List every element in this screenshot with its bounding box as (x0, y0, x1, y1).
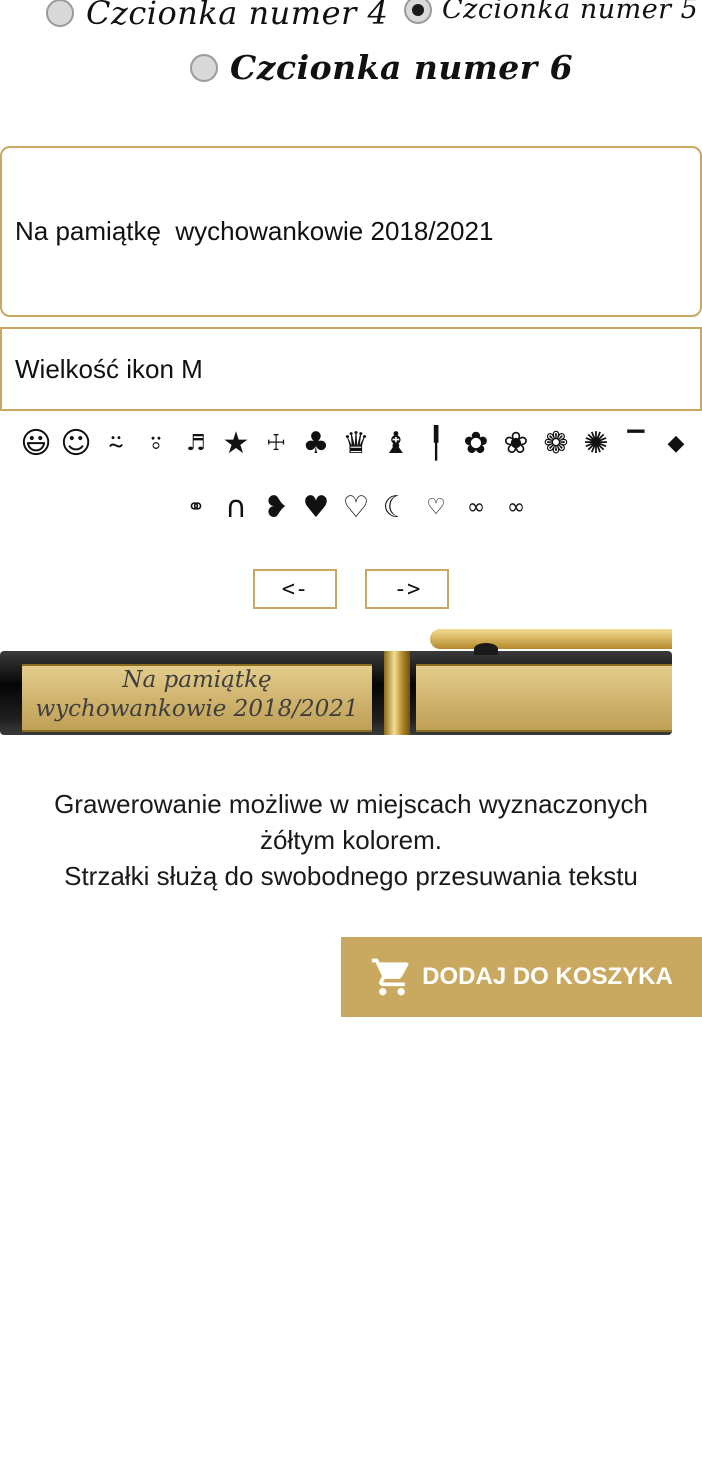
paw-print-icon[interactable]: ❁ (536, 424, 576, 464)
move-left-button[interactable]: <- (253, 569, 337, 609)
infinity-icon[interactable]: ∞ (456, 488, 496, 528)
smiling-face-icon[interactable]: ☺ (56, 424, 96, 464)
ihs-cross-icon[interactable]: ☩ (256, 424, 296, 464)
heart-filled-icon[interactable]: ♥ (296, 488, 336, 528)
info-line-2: żółtym kolorem. (259, 825, 443, 855)
font-4-label: Czcionka numer 4 (86, 0, 389, 32)
graduation-cap-icon[interactable]: ◆ (656, 424, 696, 464)
four-leaf-clover-icon[interactable]: ♣ (296, 424, 336, 464)
cat-icon[interactable]: ♝ (376, 424, 416, 464)
infinity-outline-icon[interactable]: ∞ (496, 488, 536, 528)
font-4-radio[interactable] (46, 0, 74, 27)
icon-palette-row-1: 😃︎ ☺ ⍨ ⍤ ♬ ★ ☩ ♣ ♛ ♝ ╿ ✿ ❀ ❁ ✺ ▔ ◆ (16, 424, 696, 464)
font-option-4[interactable]: Czcionka numer 4 (46, 0, 388, 32)
graduation-cap-side-icon[interactable]: ▔ (616, 424, 656, 464)
heart-outline-icon[interactable]: ♡ (336, 488, 376, 528)
engraving-text-field[interactable]: Na pamiątkę wychowankowie 2018/2021 (0, 146, 702, 317)
icon-palette-row-2: ⚭ ∩ ❥ ♥ ♡ ☾ ♡ ∞ ∞ (176, 488, 536, 528)
move-right-button[interactable]: -> (365, 569, 449, 609)
add-to-cart-button[interactable]: DODAJ DO KOSZYKA (341, 937, 702, 1017)
engraving-info: Grawerowanie możliwe w miejscach wyznacz… (0, 786, 702, 894)
grinning-face-icon[interactable]: 😃︎ (16, 424, 56, 464)
preview-line-2: wychowankowie 2018/2021 (35, 696, 359, 722)
font-6-label: Czcionka numer 6 (230, 48, 574, 87)
crescent-moon-icon[interactable]: ☾ (376, 488, 416, 528)
rose-icon[interactable]: ✿ (456, 424, 496, 464)
pen-clip-knob (474, 643, 498, 655)
font-6-radio[interactable] (190, 53, 218, 82)
pen-clip (430, 629, 672, 649)
broken-heart-icon[interactable]: ❥ (256, 488, 296, 528)
info-line-3: Strzałki służą do swobodnego przesuwania… (64, 861, 638, 891)
necktie-icon[interactable]: ╿ (416, 424, 456, 464)
preview-line-1: Na pamiątkę (122, 667, 272, 693)
music-notes-icon[interactable]: ♬ (176, 424, 216, 464)
icon-size-value: Wielkość ikon M (15, 353, 203, 384)
horseshoe-icon[interactable]: ∩ (216, 488, 256, 528)
star-icon[interactable]: ★ (216, 424, 256, 464)
rose-bud-icon[interactable]: ❀ (496, 424, 536, 464)
pen-ring (384, 651, 410, 735)
icon-size-select[interactable]: Wielkość ikon M (0, 327, 702, 411)
engraving-preview-text: Na pamiątkę wychowankowie 2018/2021 (22, 663, 372, 727)
wedding-rings-icon[interactable]: ⚭ (176, 488, 216, 528)
info-line-1: Grawerowanie możliwe w miejscach wyznacz… (54, 789, 648, 819)
pen-preview: Na pamiątkę wychowankowie 2018/2021 (0, 627, 672, 745)
font-option-6[interactable]: Czcionka numer 6 (190, 48, 573, 87)
font-5-radio[interactable] (404, 0, 432, 24)
shopping-cart-icon (371, 958, 409, 996)
add-to-cart-label: DODAJ DO KOSZYKA (422, 963, 673, 990)
font-5-label: Czcionka numer 5 (442, 0, 699, 25)
engraving-text-value: Na pamiątkę wychowankowie 2018/2021 (15, 216, 494, 246)
award-rosette-icon[interactable]: ✺ (576, 424, 616, 464)
crown-icon[interactable]: ♛ (336, 424, 376, 464)
font-option-5[interactable]: Czcionka numer 5 (404, 0, 698, 25)
double-heart-outline-icon[interactable]: ♡ (416, 488, 456, 528)
big-grin-icon[interactable]: ⍤ (136, 424, 176, 464)
engraving-area-right (416, 664, 672, 732)
wide-smile-icon[interactable]: ⍨ (96, 424, 136, 464)
